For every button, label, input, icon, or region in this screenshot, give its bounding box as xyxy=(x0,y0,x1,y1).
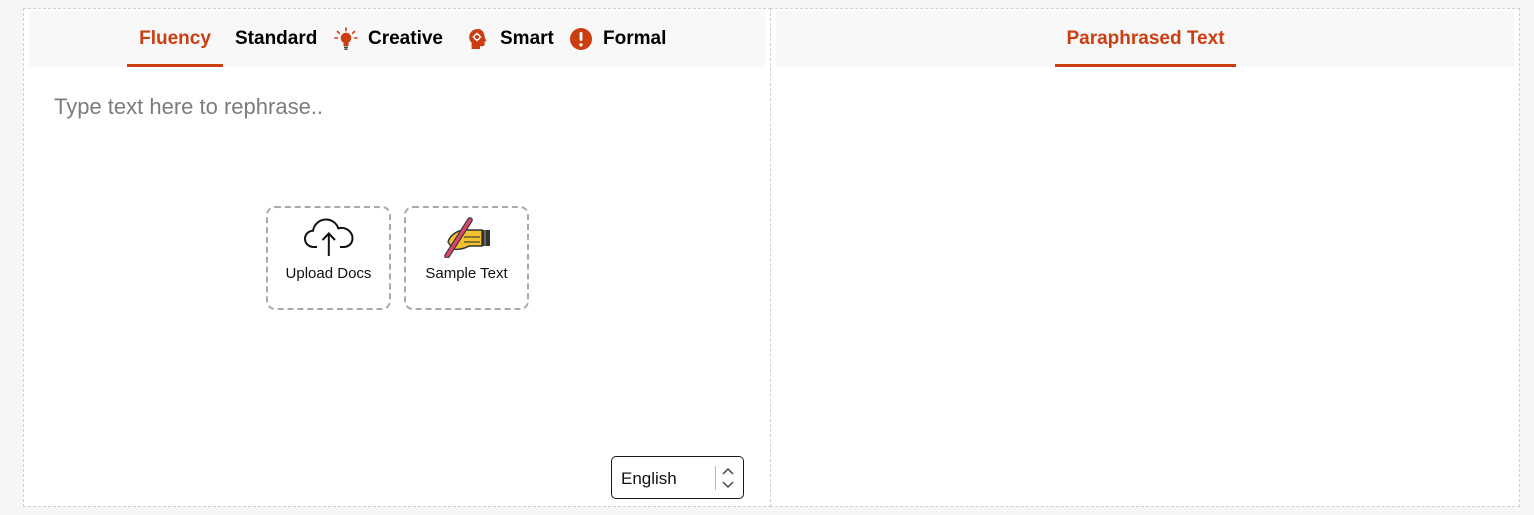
language-select-value: English xyxy=(621,469,677,488)
select-divider xyxy=(715,466,716,490)
tab-formal[interactable]: Formal xyxy=(569,11,666,67)
tab-smart[interactable]: Smart xyxy=(466,11,554,67)
language-select[interactable]: English xyxy=(611,456,744,499)
sample-text-label: Sample Text xyxy=(425,265,508,282)
mode-tabbar: Fluency Standard Creative Smart Formal xyxy=(29,11,765,67)
tab-fluency-label: Fluency xyxy=(139,28,211,49)
text-input-placeholder[interactable]: Type text here to rephrase.. xyxy=(54,94,323,120)
tab-standard[interactable]: Standard xyxy=(235,11,317,67)
tab-paraphrased-label: Paraphrased Text xyxy=(1066,28,1225,49)
output-tabbar: Paraphrased Text xyxy=(776,11,1514,67)
upload-docs-button[interactable]: Upload Docs xyxy=(266,206,391,310)
cloud-upload-icon xyxy=(268,216,389,258)
tab-creative-label: Creative xyxy=(368,28,443,49)
hand-pen-icon xyxy=(406,216,527,258)
active-tab-indicator xyxy=(1055,64,1236,67)
up-down-chevron-icon xyxy=(721,464,735,497)
input-panel: Fluency Standard Creative Smart Formal T… xyxy=(23,8,771,507)
tab-paraphrased-text[interactable]: Paraphrased Text xyxy=(1055,11,1236,67)
tab-smart-label: Smart xyxy=(500,28,554,49)
brain-head-icon xyxy=(466,27,490,51)
tab-creative[interactable]: Creative xyxy=(334,11,443,67)
tab-formal-label: Formal xyxy=(603,28,667,49)
output-panel: Paraphrased Text xyxy=(770,8,1520,507)
sample-text-button[interactable]: Sample Text xyxy=(404,206,529,310)
upload-docs-label: Upload Docs xyxy=(285,265,372,282)
exclamation-icon xyxy=(569,27,593,51)
lightbulb-icon xyxy=(334,27,358,51)
tab-fluency[interactable]: Fluency xyxy=(127,11,223,67)
tab-standard-label: Standard xyxy=(235,28,318,49)
active-tab-indicator xyxy=(127,64,223,67)
